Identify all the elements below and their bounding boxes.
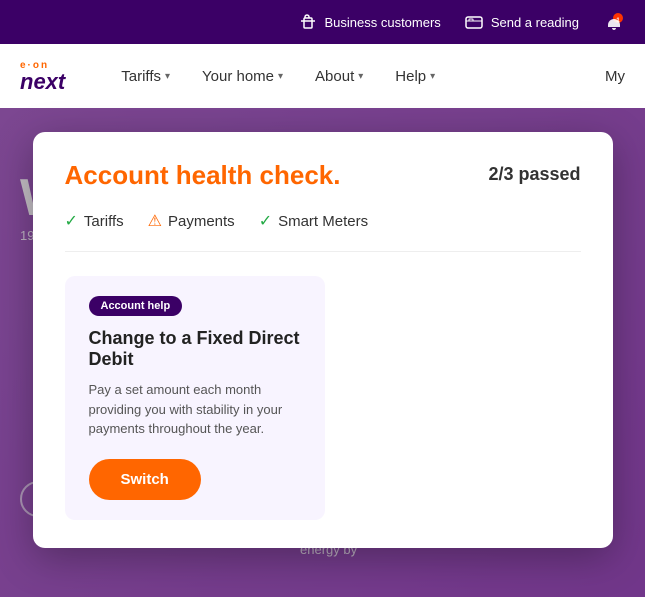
nav-bar: e·on next Tariffs ▾ Your home ▾ About ▾ … [0,44,645,108]
check-payments: ⚠ Payments [148,211,235,231]
nav-items: Tariffs ▾ Your home ▾ About ▾ Help ▾ [105,44,605,108]
business-customers-label: Business customers [324,15,440,30]
notification-bell[interactable]: 1 [603,11,625,33]
nav-your-home[interactable]: Your home ▾ [186,44,299,108]
check-tariffs: ✓ Tariffs [65,211,124,231]
nav-your-home-label: Your home [202,68,274,85]
nav-tariffs-label: Tariffs [121,68,161,85]
nav-about[interactable]: About ▾ [299,44,379,108]
logo[interactable]: e·on next [20,60,65,93]
smart-meters-check-label: Smart Meters [278,213,368,230]
card-badge: Account help [89,296,183,316]
check-smart-meters: ✓ Smart Meters [259,211,368,231]
nav-tariffs[interactable]: Tariffs ▾ [105,44,186,108]
modal-checks-row: ✓ Tariffs ⚠ Payments ✓ Smart Meters [65,211,581,252]
send-reading-label: Send a reading [491,15,579,30]
smart-meters-check-icon: ✓ [259,211,272,231]
nav-my-label: My [605,68,625,85]
nav-help-label: Help [395,68,426,85]
account-help-card: Account help Change to a Fixed Direct De… [65,276,325,520]
top-bar: Business customers Send a reading 1 [0,0,645,44]
modal-passed: 2/3 passed [488,164,580,185]
health-check-modal: Account health check. 2/3 passed ✓ Tarif… [33,132,613,548]
nav-my[interactable]: My [605,68,625,85]
tariffs-check-label: Tariffs [84,213,124,230]
card-title: Change to a Fixed Direct Debit [89,328,301,370]
tariffs-chevron-icon: ▾ [165,71,170,82]
payments-warning-icon: ⚠ [148,211,162,231]
about-chevron-icon: ▾ [358,71,363,82]
nav-help[interactable]: Help ▾ [379,44,451,108]
switch-button[interactable]: Switch [89,459,201,500]
tariffs-check-icon: ✓ [65,211,78,231]
modal-overlay: Account health check. 2/3 passed ✓ Tarif… [0,108,645,597]
business-customers-link[interactable]: Business customers [298,12,440,32]
logo-next-text: next [20,71,65,93]
modal-title: Account health check. [65,160,341,191]
payments-check-label: Payments [168,213,235,230]
meter-icon [465,12,485,32]
send-reading-link[interactable]: Send a reading [465,12,579,32]
card-description: Pay a set amount each month providing yo… [89,380,301,439]
your-home-chevron-icon: ▾ [278,71,283,82]
help-chevron-icon: ▾ [430,71,435,82]
nav-about-label: About [315,68,354,85]
briefcase-icon [298,12,318,32]
modal-header: Account health check. 2/3 passed [65,160,581,191]
